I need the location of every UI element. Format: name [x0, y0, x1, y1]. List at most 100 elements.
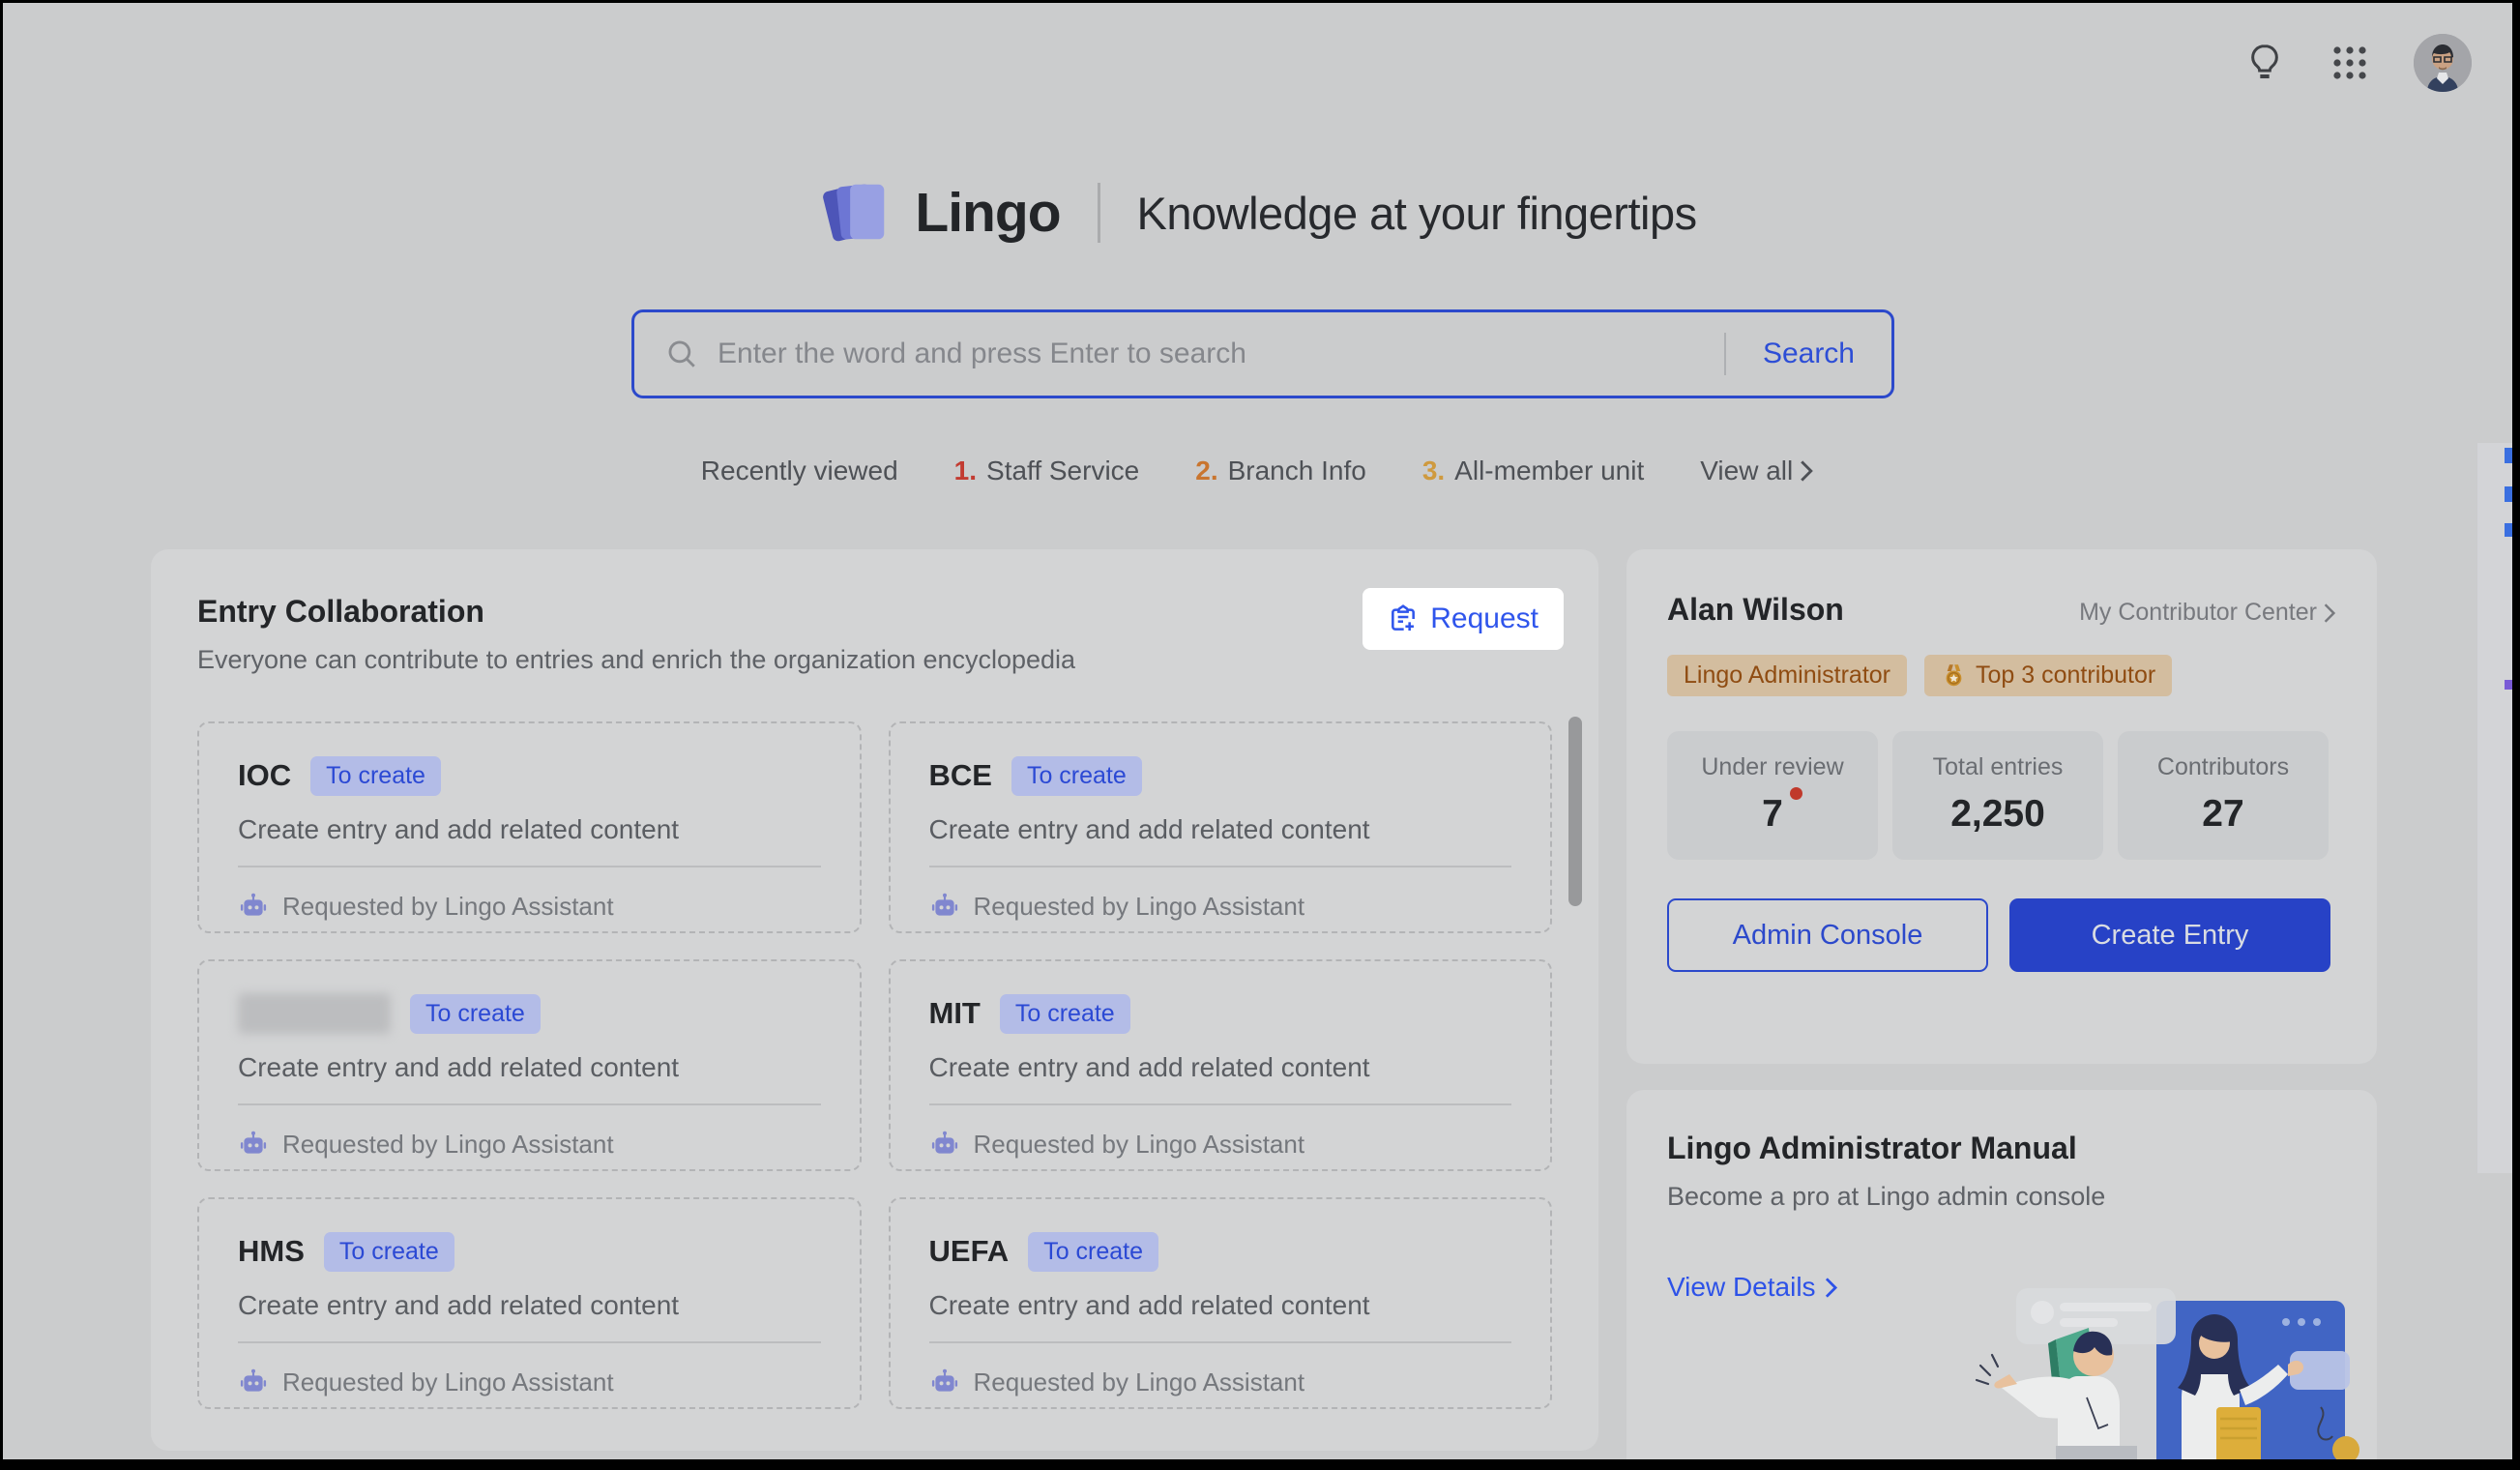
- hotwords-row: Recently viewed 1. Staff Service 2. Bran…: [3, 456, 2512, 486]
- entry-footer-label: Requested by Lingo Assistant: [282, 892, 614, 922]
- robot-icon: [238, 1129, 269, 1160]
- to-create-badge: To create: [1000, 994, 1130, 1034]
- contributor-profile-panel: Alan Wilson My Contributor Center Lingo …: [1626, 549, 2377, 1064]
- request-button-label: Request: [1430, 603, 1538, 635]
- scrollbar-thumb[interactable]: [1568, 717, 1582, 906]
- edge-artifact-bit: [2505, 680, 2512, 690]
- entry-grid: IOC To create Create entry and add relat…: [197, 721, 1552, 1409]
- entry-description: Create entry and add related content: [238, 1290, 821, 1321]
- entry-title: HMS: [238, 1234, 305, 1269]
- entry-footer-label: Requested by Lingo Assistant: [974, 892, 1305, 922]
- contributor-badge-label: Top 3 contributor: [1976, 662, 2155, 690]
- to-create-badge: To create: [1028, 1232, 1158, 1272]
- stat-value: 27: [2202, 793, 2243, 836]
- to-create-badge: To create: [1011, 756, 1142, 796]
- entry-title: MIT: [929, 996, 981, 1031]
- alert-dot: [1790, 787, 1802, 800]
- entry-title: BCE: [929, 758, 992, 793]
- manual-title: Lingo Administrator Manual: [1667, 1131, 2336, 1166]
- apps-grid-icon[interactable]: [2329, 42, 2371, 84]
- hotword-label: Staff Service: [986, 456, 1139, 486]
- brand-divider: [1098, 183, 1100, 243]
- entry-card-bce[interactable]: BCE To create Create entry and add relat…: [889, 721, 1553, 933]
- hotword-rank: 3.: [1422, 456, 1445, 486]
- entry-divider: [238, 866, 821, 867]
- entry-description: Create entry and add related content: [238, 814, 821, 845]
- idea-lightbulb-icon[interactable]: [2243, 42, 2286, 84]
- search-icon: [665, 338, 698, 370]
- search-bar: Search: [631, 309, 1894, 398]
- to-create-badge: To create: [324, 1232, 454, 1272]
- entry-divider: [929, 866, 1512, 867]
- robot-icon: [238, 1367, 269, 1397]
- robot-icon: [929, 1367, 960, 1397]
- stat-under-review[interactable]: Under review 7: [1667, 731, 1878, 860]
- brand-name: Lingo: [915, 181, 1060, 245]
- stat-value: 2,250: [1950, 793, 2045, 836]
- admin-console-button[interactable]: Admin Console: [1667, 898, 1988, 972]
- stat-total-entries[interactable]: Total entries 2,250: [1892, 731, 2103, 860]
- user-name: Alan Wilson: [1667, 592, 1844, 628]
- top-bar: [2243, 34, 2472, 92]
- entry-footer-label: Requested by Lingo Assistant: [282, 1367, 614, 1397]
- to-create-badge: To create: [410, 994, 541, 1034]
- manual-subtitle: Become a pro at Lingo admin console: [1667, 1182, 2336, 1212]
- recently-viewed-link[interactable]: Recently viewed: [701, 456, 898, 486]
- hotword-rank: 2.: [1195, 456, 1217, 486]
- manual-illustration: [1963, 1283, 2369, 1459]
- lingo-administrator-badge: Lingo Administrator: [1667, 655, 1907, 696]
- entry-divider: [929, 1103, 1512, 1105]
- entry-divider: [929, 1341, 1512, 1343]
- entry-card-ioc[interactable]: IOC To create Create entry and add relat…: [197, 721, 862, 933]
- my-contributor-center-link[interactable]: My Contributor Center: [2079, 599, 2336, 627]
- entry-card-mit[interactable]: MIT To create Create entry and add relat…: [889, 959, 1553, 1171]
- search-input[interactable]: [698, 338, 1724, 370]
- chevron-right-icon: [2323, 603, 2336, 624]
- recently-viewed-label: Recently viewed: [701, 456, 898, 486]
- entry-card-hms[interactable]: HMS To create Create entry and add relat…: [197, 1197, 862, 1409]
- top-contributor-badge: Top 3 contributor: [1924, 655, 2172, 696]
- entry-description: Create entry and add related content: [929, 814, 1512, 845]
- robot-icon: [238, 891, 269, 922]
- entry-card-uefa[interactable]: UEFA To create Create entry and add rela…: [889, 1197, 1553, 1409]
- edge-artifact-bit: [2505, 486, 2512, 502]
- collab-title: Entry Collaboration: [197, 594, 1552, 630]
- entry-title-redacted: [238, 993, 391, 1034]
- hotword-label: Branch Info: [1228, 456, 1366, 486]
- stat-label: Total entries: [1892, 753, 2103, 781]
- entry-divider: [238, 1341, 821, 1343]
- stat-contributors[interactable]: Contributors 27: [2118, 731, 2329, 860]
- robot-icon: [929, 1129, 960, 1160]
- chevron-right-icon: [1799, 459, 1814, 483]
- edge-window-artifact: [2477, 443, 2512, 1173]
- hotword-branch-info[interactable]: 2. Branch Info: [1195, 456, 1366, 486]
- view-all-label: View all: [1700, 456, 1793, 486]
- request-button[interactable]: Request: [1363, 588, 1564, 650]
- create-entry-button[interactable]: Create Entry: [2009, 898, 2330, 972]
- entry-collaboration-panel: Entry Collaboration Everyone can contrib…: [151, 549, 1598, 1451]
- entry-footer-label: Requested by Lingo Assistant: [282, 1130, 614, 1160]
- lingo-logo-icon: [818, 175, 894, 250]
- to-create-badge: To create: [310, 756, 441, 796]
- entry-description: Create entry and add related content: [929, 1290, 1512, 1321]
- edge-artifact-bit: [2505, 448, 2512, 463]
- collab-subtitle: Everyone can contribute to entries and e…: [197, 645, 1552, 675]
- page-background: Lingo Knowledge at your fingertips Searc…: [3, 3, 2512, 1459]
- request-clipboard-plus-icon: [1388, 603, 1419, 634]
- admin-manual-panel: Lingo Administrator Manual Become a pro …: [1626, 1090, 2377, 1459]
- entry-card-redacted[interactable]: To create Create entry and add related c…: [197, 959, 862, 1171]
- hotword-staff-service[interactable]: 1. Staff Service: [954, 456, 1140, 486]
- view-details-label: View Details: [1667, 1272, 1816, 1303]
- stat-label: Contributors: [2118, 753, 2329, 781]
- hotword-all-member-unit[interactable]: 3. All-member unit: [1422, 456, 1644, 486]
- entry-title: UEFA: [929, 1234, 1010, 1269]
- stat-label: Under review: [1667, 753, 1878, 781]
- user-avatar[interactable]: [2414, 34, 2472, 92]
- view-all-link[interactable]: View all: [1700, 456, 1814, 486]
- entry-description: Create entry and add related content: [929, 1052, 1512, 1083]
- search-button[interactable]: Search: [1726, 338, 1891, 370]
- brand-tagline: Knowledge at your fingertips: [1137, 187, 1697, 240]
- hotword-label: All-member unit: [1454, 456, 1644, 486]
- entry-footer-label: Requested by Lingo Assistant: [974, 1367, 1305, 1397]
- stat-value: 7: [1762, 793, 1783, 836]
